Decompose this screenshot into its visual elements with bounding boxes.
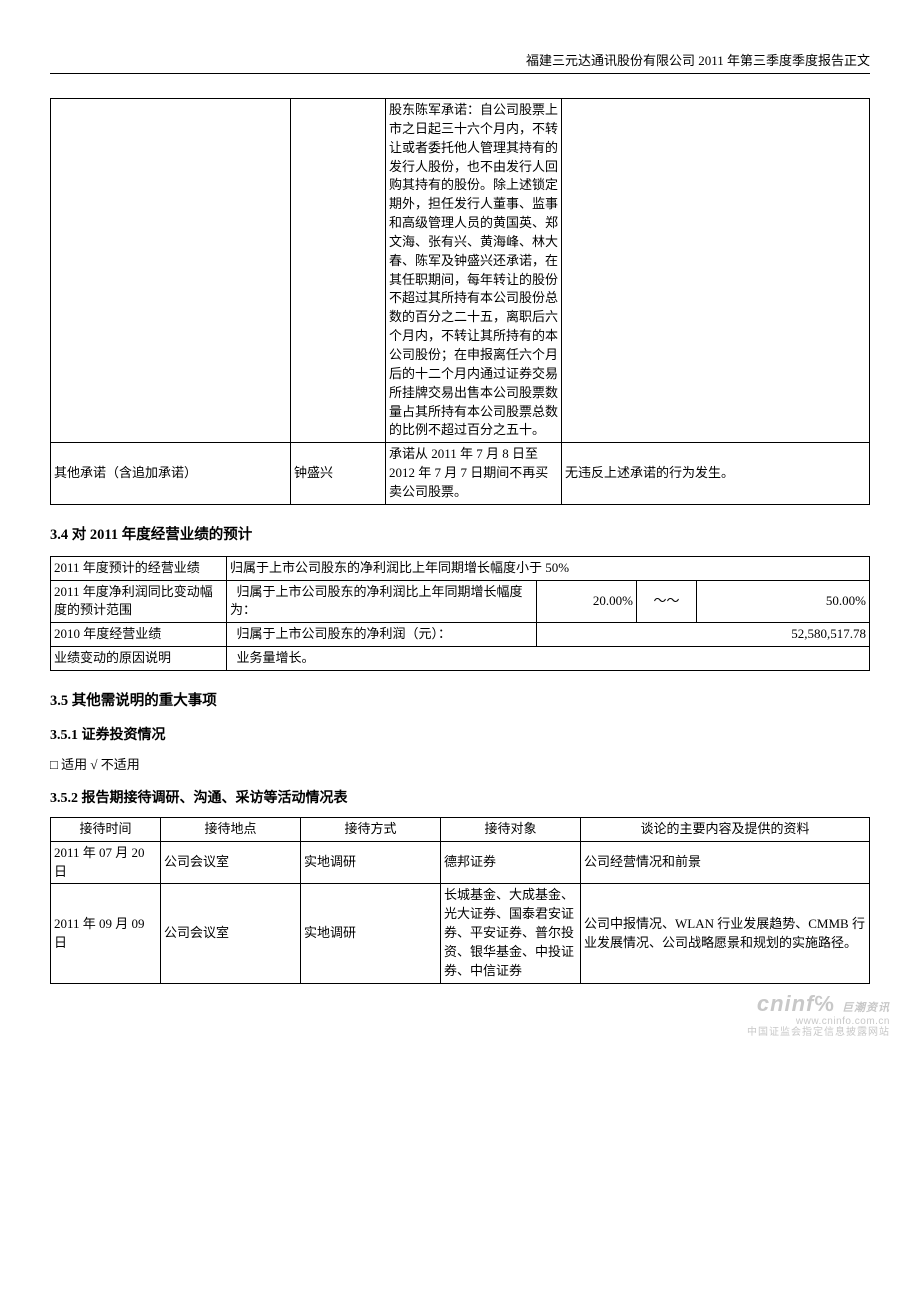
cell-text: 归属于上市公司股东的净利润比上年同期增长幅度为： (230, 584, 523, 618)
forecast-table: 2011 年度预计的经营业绩 归属于上市公司股东的净利润比上年同期增长幅度小于 … (50, 556, 870, 671)
cell: ～～ (637, 580, 697, 623)
cell: 业绩变动的原因说明 (51, 647, 227, 671)
cell: 公司会议室 (161, 884, 301, 983)
table-row: 其他承诺（含追加承诺） 钟盛兴 承诺从 2011 年 7 月 8 日至 2012… (51, 443, 870, 505)
cell (51, 99, 291, 443)
watermark-cn: 中国证监会指定信息披露网站 (747, 1027, 890, 1038)
cell: 归属于上市公司股东的净利润比上年同期增长幅度为： (227, 580, 537, 623)
cell: 钟盛兴 (291, 443, 386, 505)
table-row: 2010 年度经营业绩 归属于上市公司股东的净利润（元）： 52,580,517… (51, 623, 870, 647)
col-place: 接待地点 (161, 817, 301, 841)
watermark: cninf℅ 巨潮资讯 www.cninfo.com.cn 中国证监会指定信息披… (747, 992, 890, 1038)
cell: 公司经营情况和前景 (581, 841, 870, 884)
watermark-url: www.cninfo.com.cn (747, 1016, 890, 1027)
cell: 长城基金、大成基金、光大证券、国泰君安证券、平安证券、普尔投资、银华基金、中投证… (441, 884, 581, 983)
cell (291, 99, 386, 443)
section-3-4-title: 3.4 对 2011 年度经营业绩的预计 (50, 523, 870, 544)
cell: 52,580,517.78 (537, 623, 870, 647)
col-method: 接待方式 (301, 817, 441, 841)
cell-text: 业务量增长。 (237, 650, 315, 665)
document-page: 福建三元达通讯股份有限公司 2011 年第三季度季度报告正文 股东陈军承诺：自公… (0, 0, 920, 1044)
commitment-table: 股东陈军承诺：自公司股票上市之日起三十六个月内，不转让或者委托他人管理其持有的发… (50, 98, 870, 505)
section-3-5-title: 3.5 其他需说明的重大事项 (50, 689, 870, 710)
cell: 50.00% (697, 580, 870, 623)
table-row: 2011 年度预计的经营业绩 归属于上市公司股东的净利润比上年同期增长幅度小于 … (51, 556, 870, 580)
cell: 无违反上述承诺的行为发生。 (562, 443, 870, 505)
col-content: 谈论的主要内容及提供的资料 (581, 817, 870, 841)
cell: 公司中报情况、WLAN 行业发展趋势、CMMB 行业发展情况、公司战略愿景和规划… (581, 884, 870, 983)
section-3-5-2-title: 3.5.2 报告期接待调研、沟通、采访等活动情况表 (50, 787, 870, 807)
cell-text: 归属于上市公司股东的净利润（元）： (237, 626, 452, 641)
section-3-5-1-title: 3.5.1 证券投资情况 (50, 724, 870, 744)
cell: 2011 年度净利润同比变动幅度的预计范围 (51, 580, 227, 623)
table-row: 业绩变动的原因说明 业务量增长。 (51, 647, 870, 671)
table-row: 2011 年 09 月 09 日 公司会议室 实地调研 长城基金、大成基金、光大… (51, 884, 870, 983)
table-row: 2011 年 07 月 20 日 公司会议室 实地调研 德邦证券 公司经营情况和… (51, 841, 870, 884)
cell: 2011 年 07 月 20 日 (51, 841, 161, 884)
cell: 2011 年 09 月 09 日 (51, 884, 161, 983)
cell: 实地调研 (301, 884, 441, 983)
cell: 归属于上市公司股东的净利润比上年同期增长幅度小于 50% (227, 556, 870, 580)
cell: 其他承诺（含追加承诺） (51, 443, 291, 505)
cell: 实地调研 (301, 841, 441, 884)
table-header-row: 接待时间 接待地点 接待方式 接待对象 谈论的主要内容及提供的资料 (51, 817, 870, 841)
cell (562, 99, 870, 443)
page-header: 福建三元达通讯股份有限公司 2011 年第三季度季度报告正文 (50, 50, 870, 74)
table-row: 股东陈军承诺：自公司股票上市之日起三十六个月内，不转让或者委托他人管理其持有的发… (51, 99, 870, 443)
cell: 公司会议室 (161, 841, 301, 884)
reception-table: 接待时间 接待地点 接待方式 接待对象 谈论的主要内容及提供的资料 2011 年… (50, 817, 870, 984)
cell: 20.00% (537, 580, 637, 623)
watermark-zh: 巨潮资讯 (842, 1002, 890, 1014)
watermark-brand: cninf (757, 991, 815, 1016)
cell: 德邦证券 (441, 841, 581, 884)
cell: 2011 年度预计的经营业绩 (51, 556, 227, 580)
col-target: 接待对象 (441, 817, 581, 841)
cell: 承诺从 2011 年 7 月 8 日至 2012 年 7 月 7 日期间不再买卖… (386, 443, 562, 505)
table-row: 2011 年度净利润同比变动幅度的预计范围 归属于上市公司股东的净利润比上年同期… (51, 580, 870, 623)
cell: 股东陈军承诺：自公司股票上市之日起三十六个月内，不转让或者委托他人管理其持有的发… (386, 99, 562, 443)
cell: 2010 年度经营业绩 (51, 623, 227, 647)
cell: 归属于上市公司股东的净利润（元）： (227, 623, 537, 647)
col-time: 接待时间 (51, 817, 161, 841)
applicable-checkbox: □ 适用 √ 不适用 (50, 754, 870, 773)
cell: 业务量增长。 (227, 647, 870, 671)
